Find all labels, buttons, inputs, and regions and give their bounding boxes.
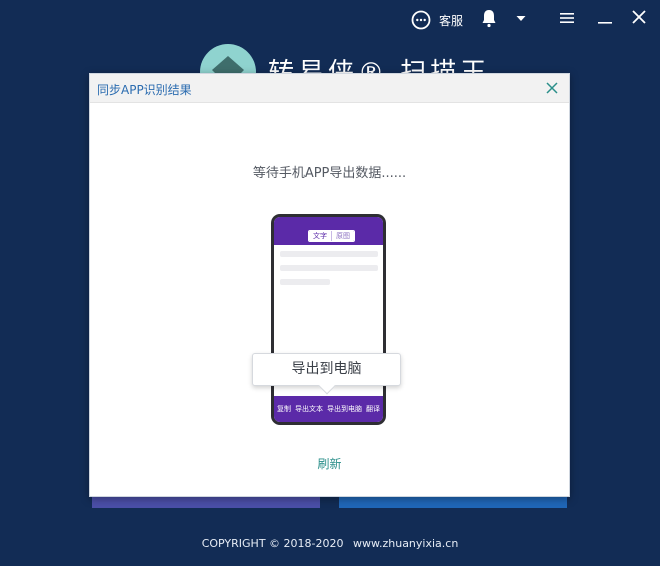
website-text: www.zhuanyixia.cn [353,537,459,550]
background-button-right [339,497,567,508]
phone-action-translate: 翻译 [366,405,380,413]
minimize-button[interactable] [597,8,613,32]
window-close-button[interactable] [631,8,647,32]
export-to-pc-label: 导出到电脑 [291,361,362,377]
bell-icon [481,7,497,33]
dialog-header: 同步APP识别结果 [90,74,569,103]
placeholder-text-line [280,265,378,271]
background-button-left [92,497,320,508]
chat-bubble-icon [410,9,432,31]
sync-app-result-dialog: 同步APP识别结果 等待手机APP导出数据...... 文字 原图 复制 导出文… [89,73,570,497]
close-icon [544,81,560,100]
account-dropdown-button[interactable] [515,8,527,32]
customer-service-button[interactable]: 客服 [410,8,463,32]
phone-screen-header: 文字 原图 [274,217,383,245]
hamburger-menu-icon [559,7,575,33]
copyright-footer: COPYRIGHT © 2018-2020 www.zhuanyixia.cn [0,537,660,550]
title-bar: 客服 [0,0,660,40]
phone-tab-segment: 文字 原图 [308,230,355,242]
copyright-text: COPYRIGHT © 2018-2020 [201,537,344,550]
phone-illustration: 文字 原图 复制 导出文本 导出到电脑 翻译 [271,214,386,425]
phone-action-export-text: 导出文本 [295,405,323,413]
customer-service-label: 客服 [439,13,464,28]
phone-action-bar: 复制 导出文本 导出到电脑 翻译 [274,396,383,422]
placeholder-text-line [280,279,330,285]
phone-tab-image: 原图 [331,231,354,241]
dialog-title: 同步APP识别结果 [97,83,192,97]
phone-action-copy: 复制 [277,405,291,413]
export-to-pc-tooltip: 导出到电脑 [252,353,401,395]
dialog-close-button[interactable] [544,80,560,96]
refresh-link[interactable]: 刷新 [90,455,569,472]
placeholder-text-line [280,251,378,257]
waiting-status-text: 等待手机APP导出数据...... [252,166,407,181]
minimize-icon [597,7,613,33]
notification-button[interactable] [481,8,497,32]
phone-action-export-pc: 导出到电脑 [327,405,362,413]
close-icon [631,7,647,33]
phone-tab-text: 文字 [309,231,331,241]
main-menu-button[interactable] [559,8,575,32]
caret-down-icon [515,7,527,33]
